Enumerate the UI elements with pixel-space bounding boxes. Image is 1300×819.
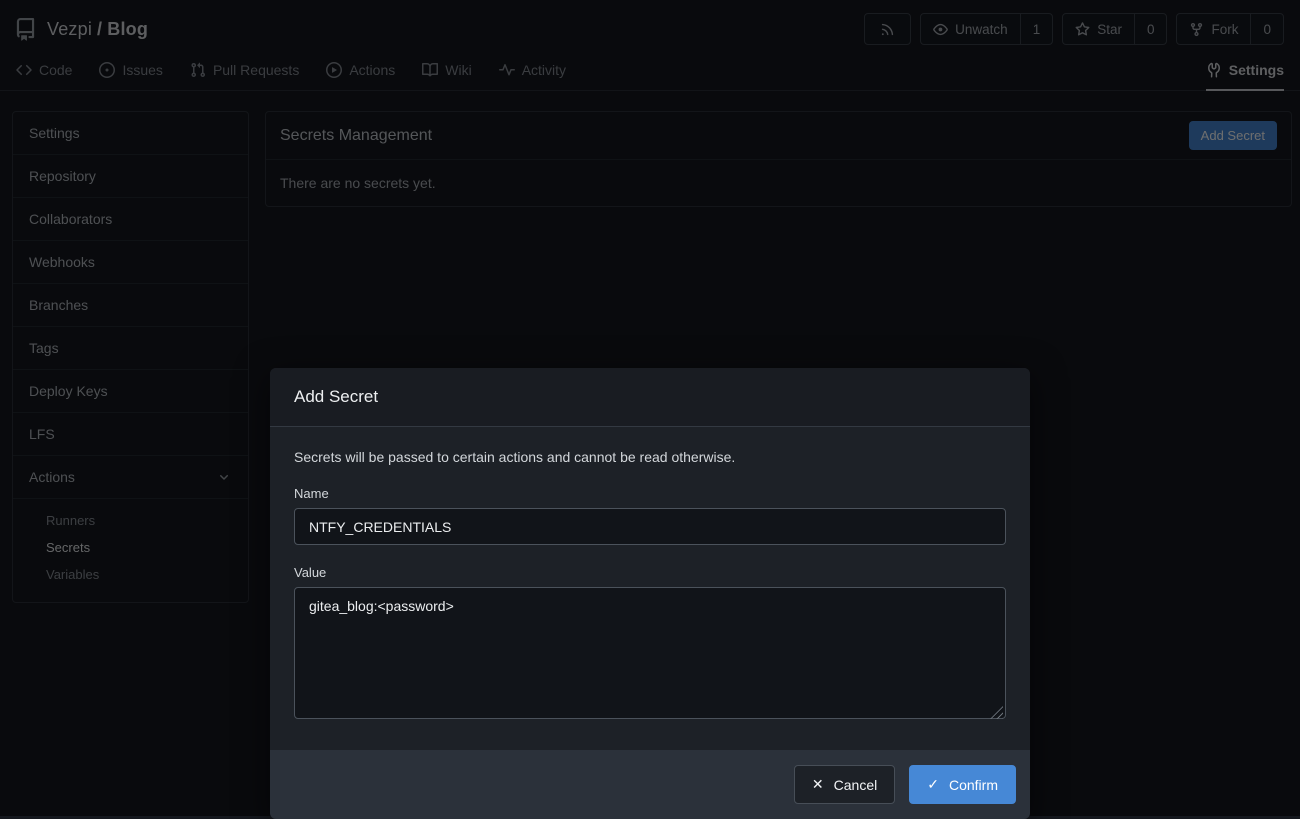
value-field-label: Value [294, 565, 1006, 580]
modal-body: Secrets will be passed to certain action… [270, 427, 1030, 750]
add-secret-modal: Add Secret Secrets will be passed to cer… [270, 368, 1030, 819]
modal-footer: ✕ Cancel ✓ Confirm [270, 750, 1030, 819]
modal-title: Add Secret [270, 368, 1030, 427]
secret-value-textarea[interactable]: gitea_blog:<password> [294, 587, 1006, 719]
modal-description: Secrets will be passed to certain action… [294, 449, 1006, 465]
check-icon: ✓ [927, 776, 939, 793]
confirm-button[interactable]: ✓ Confirm [909, 765, 1016, 804]
cancel-button[interactable]: ✕ Cancel [794, 765, 895, 804]
secret-name-input[interactable] [294, 508, 1006, 545]
close-icon: ✕ [812, 776, 824, 793]
name-field-label: Name [294, 486, 1006, 501]
